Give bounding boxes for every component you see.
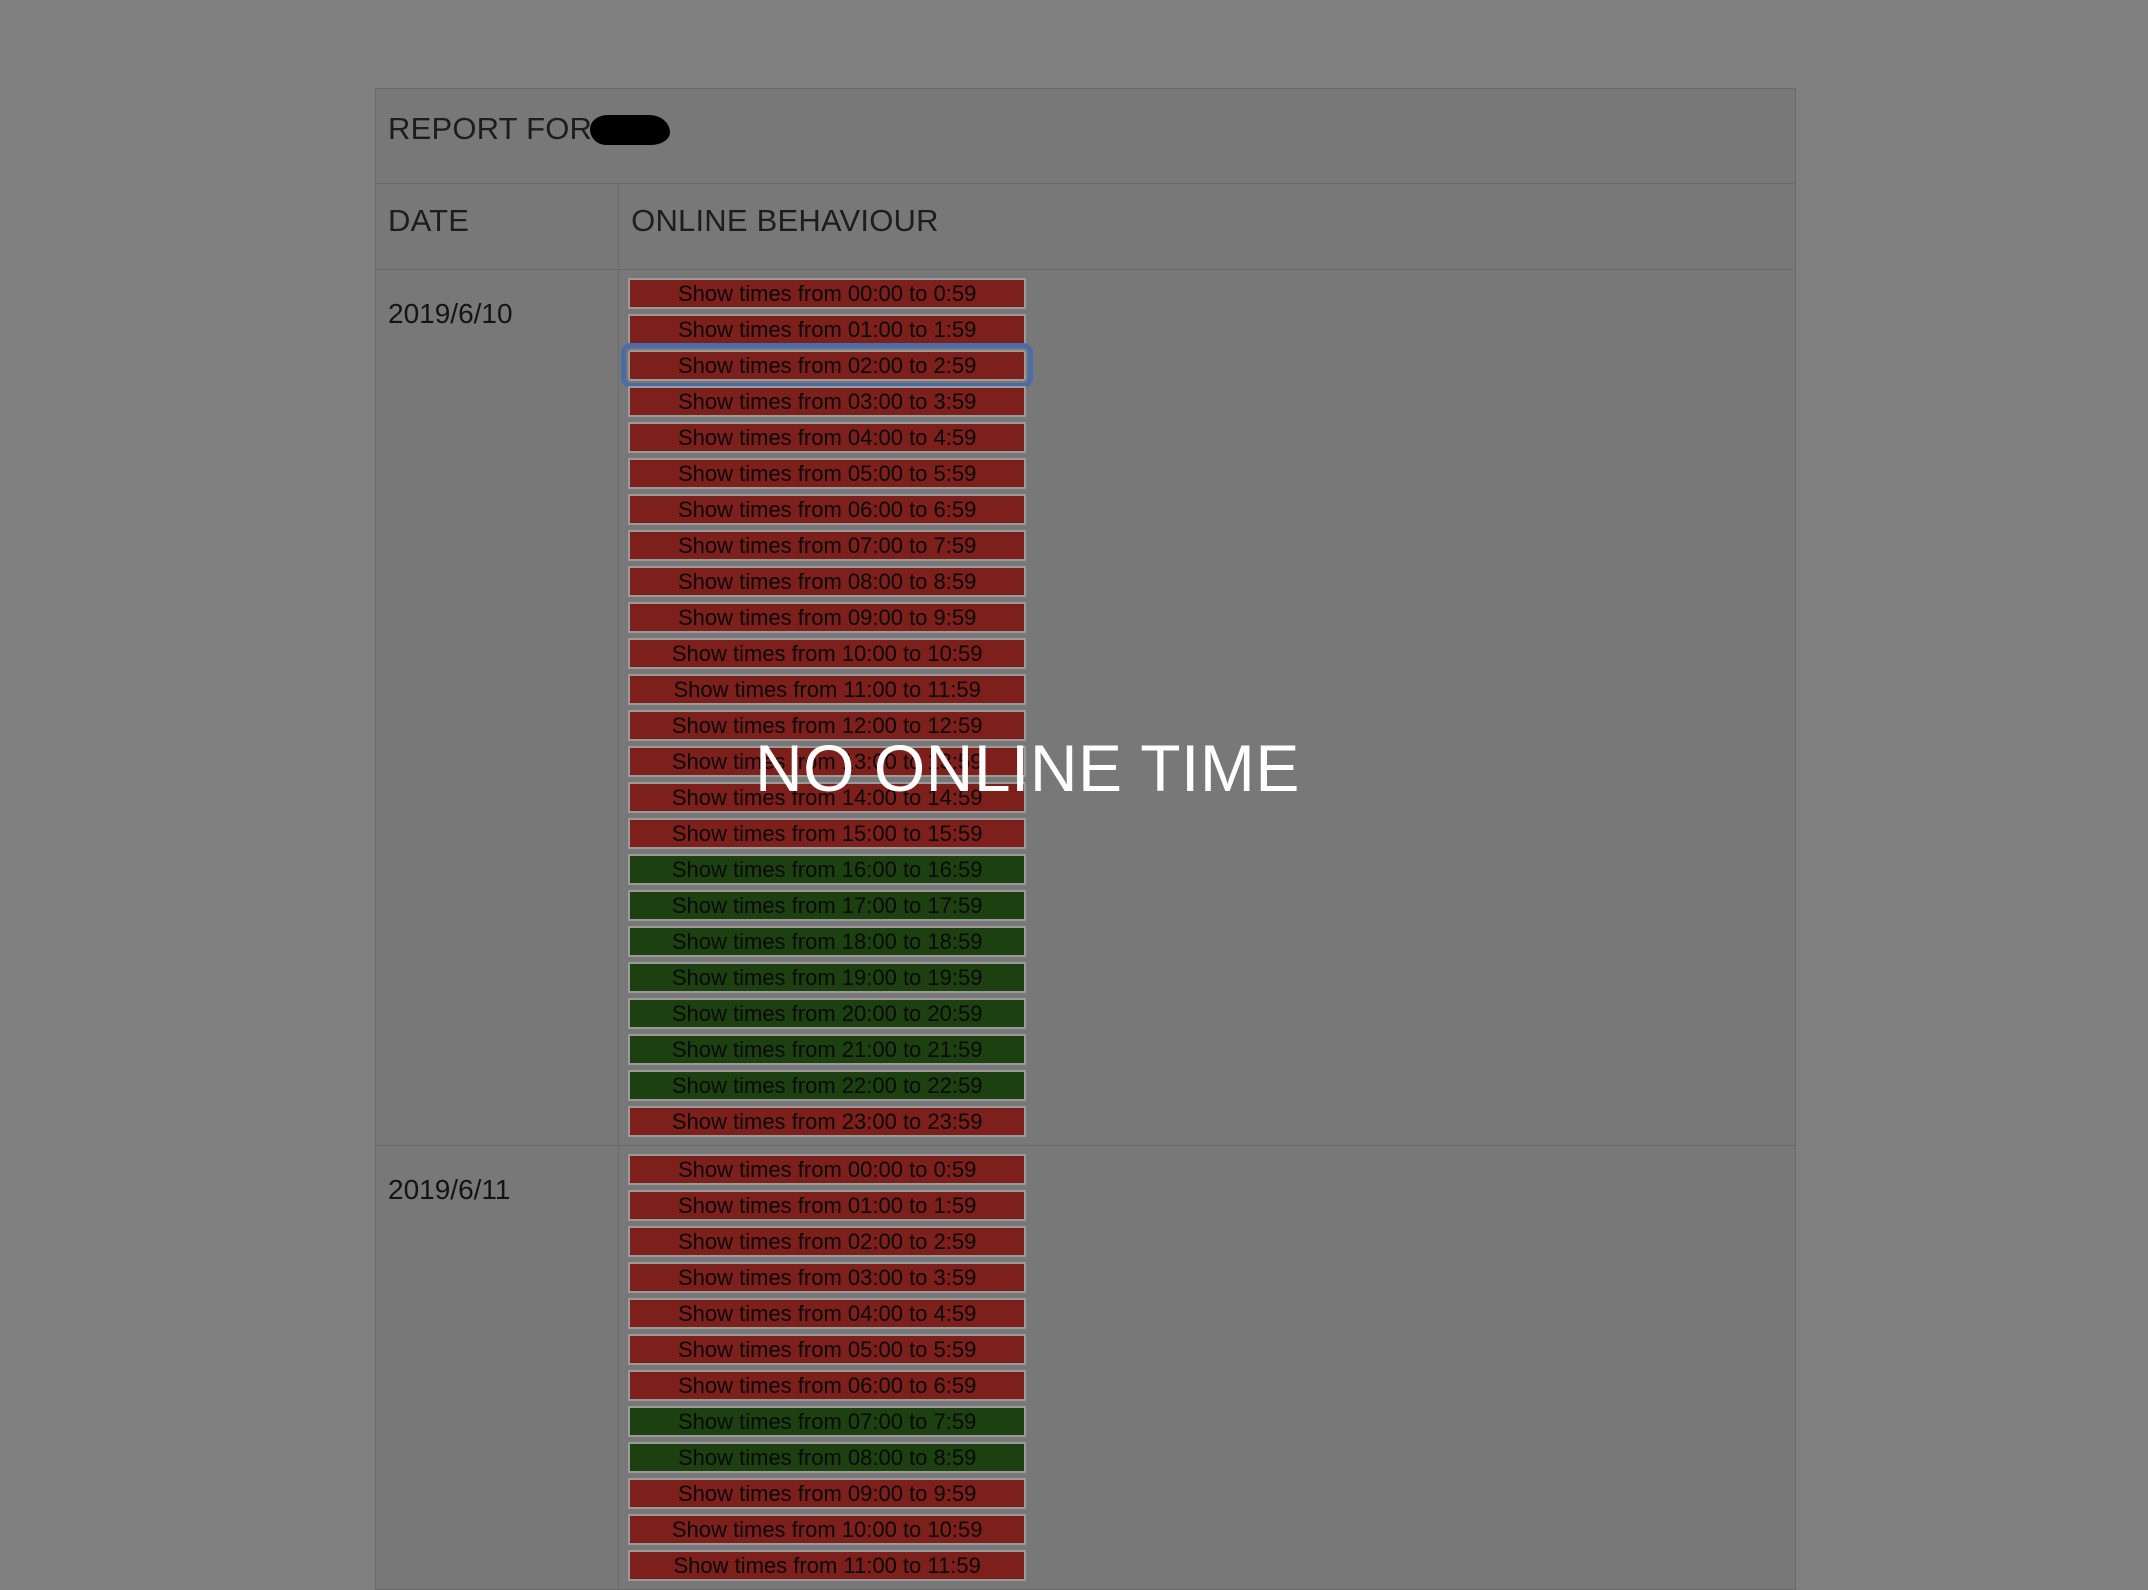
table-row: 2019/6/10 Show times from 00:00 to 0:59 Sh…	[374, 269, 1796, 1146]
show-times-button[interactable]: Show times from 04:00 to 4:59	[628, 1298, 1027, 1329]
redacted-name-blob	[590, 115, 671, 145]
report-title-text: REPORT FOR	[388, 111, 593, 146]
report-title-row: REPORT FOR	[375, 88, 1796, 184]
show-times-button[interactable]: Show times from 10:00 to 10:59	[628, 638, 1027, 669]
show-times-button[interactable]: Show times from 03:00 to 3:59	[628, 386, 1027, 417]
show-times-button[interactable]: Show times from 02:00 to 2:59	[628, 1226, 1027, 1257]
show-times-button[interactable]: Show times from 16:00 to 16:59	[628, 854, 1027, 885]
behaviour-cell: Show times from 00:00 to 0:59 Show times …	[618, 269, 1796, 1146]
show-times-button[interactable]: Show times from 10:00 to 10:59	[628, 1514, 1027, 1545]
show-times-button[interactable]: Show times from 22:00 to 22:59	[628, 1070, 1027, 1101]
show-times-button[interactable]: Show times from 00:00 to 0:59	[628, 1154, 1027, 1185]
show-times-button[interactable]: Show times from 00:00 to 0:59	[628, 278, 1027, 309]
show-times-button[interactable]: Show times from 19:00 to 19:59	[628, 962, 1027, 993]
show-times-button[interactable]: Show times from 11:00 to 11:59	[628, 674, 1027, 705]
table-row: 2019/6/11 Show times from 00:00 to 0:59 Sh…	[374, 1145, 1796, 1590]
show-times-button[interactable]: Show times from 20:00 to 20:59	[628, 998, 1027, 1029]
show-times-button[interactable]: Show times from 02:00 to 2:59	[621, 343, 1034, 388]
show-times-button[interactable]: Show times from 15:00 to 15:59	[628, 818, 1027, 849]
show-times-button[interactable]: Show times from 01:00 to 1:59	[628, 1190, 1027, 1221]
show-times-button[interactable]: Show times from 04:00 to 4:59	[628, 422, 1027, 453]
show-times-button[interactable]: Show times from 06:00 to 6:59	[628, 1370, 1027, 1401]
show-times-button[interactable]: Show times from 09:00 to 9:59	[628, 1478, 1027, 1509]
show-times-button[interactable]: Show times from 09:00 to 9:59	[628, 602, 1027, 633]
hour-button-list: Show times from 00:00 to 0:59 Show times …	[628, 1154, 1027, 1581]
column-header-date: DATE	[374, 183, 620, 270]
date-cell: 2019/6/11	[374, 1145, 620, 1590]
show-times-button[interactable]: Show times from 21:00 to 21:59	[628, 1034, 1027, 1065]
show-times-button[interactable]: Show times from 06:00 to 6:59	[628, 494, 1027, 525]
show-times-button[interactable]: Show times from 07:00 to 7:59	[628, 530, 1027, 561]
show-times-button[interactable]: Show times from 08:00 to 8:59	[628, 566, 1027, 597]
show-times-button[interactable]: Show times from 18:00 to 18:59	[628, 926, 1027, 957]
show-times-button[interactable]: Show times from 11:00 to 11:59	[628, 1550, 1027, 1581]
column-header-row: DATE ONLINE BEHAVIOUR	[374, 183, 1796, 270]
report-title-cell: REPORT FOR	[375, 88, 1796, 184]
column-header-behaviour: ONLINE BEHAVIOUR	[618, 183, 1796, 270]
show-times-button[interactable]: Show times from 03:00 to 3:59	[628, 1262, 1027, 1293]
show-times-button[interactable]: Show times from 05:00 to 5:59	[628, 458, 1027, 489]
show-times-button[interactable]: Show times from 01:00 to 1:59	[628, 314, 1027, 345]
show-times-button[interactable]: Show times from 17:00 to 17:59	[628, 890, 1027, 921]
behaviour-cell: Show times from 00:00 to 0:59 Show times …	[618, 1145, 1796, 1590]
show-times-button[interactable]: Show times from 08:00 to 8:59	[628, 1442, 1027, 1473]
show-times-button[interactable]: Show times from 14:00 to 14:59	[628, 782, 1027, 813]
online-behaviour-report-table: REPORT FOR DATE ONLINE BEHAVIOUR 2019/6/10 S…	[374, 88, 1796, 1590]
hour-button-list: Show times from 00:00 to 0:59 Show times …	[621, 278, 1034, 1137]
show-times-button[interactable]: Show times from 07:00 to 7:59	[628, 1406, 1027, 1437]
show-times-button[interactable]: Show times from 12:00 to 12:59	[628, 710, 1027, 741]
date-cell: 2019/6/10	[374, 269, 620, 1146]
show-times-button[interactable]: Show times from 13:00 to 13:59	[628, 746, 1027, 777]
show-times-button[interactable]: Show times from 23:00 to 23:59	[628, 1106, 1027, 1137]
show-times-button[interactable]: Show times from 05:00 to 5:59	[628, 1334, 1027, 1365]
